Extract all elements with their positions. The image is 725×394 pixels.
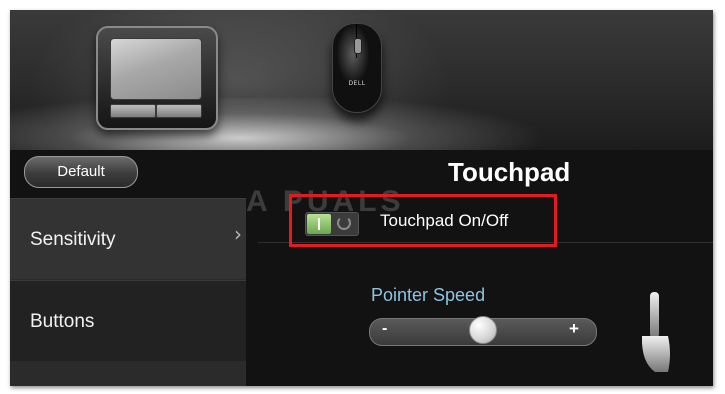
slider-minus-label: -: [382, 320, 388, 337]
touchpad-surface: [110, 38, 202, 100]
red-highlight-box: [289, 194, 557, 247]
sidebar-item-label: Buttons: [30, 311, 95, 332]
sidebar-item-label: Sensitivity: [30, 229, 116, 250]
touchpad-right-button: [156, 104, 202, 118]
slider-plus-label: +: [569, 319, 579, 338]
panel-title: Touchpad: [448, 157, 571, 187]
touchpad-device-icon[interactable]: [96, 26, 218, 130]
default-button[interactable]: Default: [24, 156, 138, 188]
sidebar-item-buttons[interactable]: Buttons: [10, 280, 246, 361]
mouse-brand-label: DELL: [348, 80, 366, 87]
mouse-wheel: [354, 38, 362, 54]
touchpad-left-button: [110, 104, 156, 118]
sidebar-item-sensitivity[interactable]: Sensitivity: [10, 198, 246, 279]
pointer-speed-label: Pointer Speed: [371, 285, 486, 305]
sidebar: Sensitivity Buttons: [10, 198, 246, 386]
slider-thumb[interactable]: [469, 316, 497, 344]
device-banner: DELL: [10, 10, 713, 150]
pointer-hand-icon: [641, 292, 670, 372]
mouse-device-icon[interactable]: DELL: [332, 23, 382, 113]
chevron-right-icon: ›: [234, 222, 242, 246]
app-window: DELL Default Sensitivity Buttons › Touch…: [10, 10, 713, 386]
